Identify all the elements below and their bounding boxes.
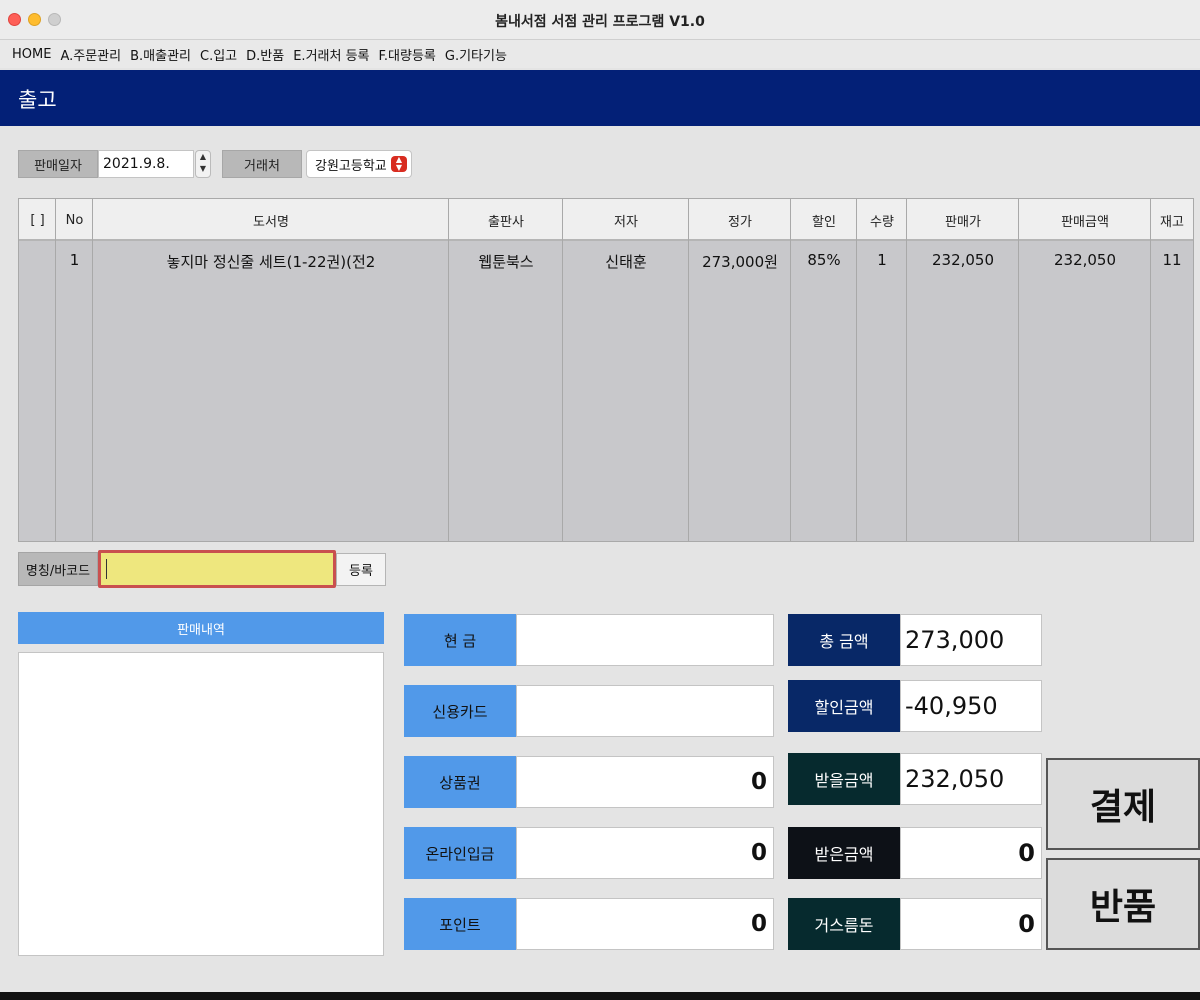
menu-bar: HOME A.주문관리 B.매출관리 C.입고 D.반품 E.거래처 등록 F.… xyxy=(0,40,1200,68)
window-title: 봄내서점 서점 관리 프로그램 V1.0 xyxy=(495,14,705,30)
header-publisher[interactable]: 출판사 xyxy=(449,199,563,241)
return-button[interactable]: 반품 xyxy=(1046,858,1200,950)
sales-history-list[interactable] xyxy=(18,652,384,956)
menu-returns[interactable]: D.반품 xyxy=(246,45,284,64)
window-titlebar: 봄내서점 서점 관리 프로그램 V1.0 xyxy=(0,0,1200,40)
cash-field[interactable] xyxy=(516,614,774,666)
header-discount[interactable]: 할인 xyxy=(791,199,857,241)
row-quantity[interactable]: 1 xyxy=(857,251,907,269)
barcode-label: 명칭/바코드 xyxy=(18,552,98,586)
total-amount-value: 273,000 xyxy=(900,614,1042,666)
credit-card-label: 신용카드 xyxy=(404,685,516,737)
row-stock[interactable]: 11 xyxy=(1151,251,1193,269)
change-value: 0 xyxy=(900,898,1042,950)
amount-received-value[interactable]: 0 xyxy=(900,827,1042,879)
discount-amount-value: -40,950 xyxy=(900,680,1042,732)
row-list-price[interactable]: 273,000원 xyxy=(689,251,791,272)
amount-due-value: 232,050 xyxy=(900,753,1042,805)
header-book-title[interactable]: 도서명 xyxy=(93,199,449,241)
header-quantity[interactable]: 수량 xyxy=(857,199,907,241)
gift-card-field[interactable]: 0 xyxy=(516,756,774,808)
online-deposit-field[interactable]: 0 xyxy=(516,827,774,879)
menu-receiving[interactable]: C.입고 xyxy=(200,45,237,64)
sale-date-label: 판매일자 xyxy=(18,150,98,178)
menu-home[interactable]: HOME xyxy=(12,47,51,62)
header-author[interactable]: 저자 xyxy=(563,199,689,241)
date-stepper[interactable]: ▲ ▼ xyxy=(195,150,211,178)
select-arrows-icon[interactable]: ▲ ▼ xyxy=(391,156,407,172)
menu-bulk-registration[interactable]: F.대량등록 xyxy=(379,45,436,64)
amount-due-label: 받을금액 xyxy=(788,753,900,805)
row-publisher[interactable]: 웹툰북스 xyxy=(449,251,563,272)
total-amount-label: 총 금액 xyxy=(788,614,900,666)
row-book-title[interactable]: 놓지마 정신줄 세트(1-22권)(전2 xyxy=(93,251,449,272)
menu-sales-management[interactable]: B.매출관리 xyxy=(130,45,191,64)
sales-history-header: 판매내역 xyxy=(18,612,384,644)
points-field[interactable]: 0 xyxy=(516,898,774,950)
amount-received-label: 받은금액 xyxy=(788,827,900,879)
header-sale-amount[interactable]: 판매금액 xyxy=(1019,199,1151,241)
client-label: 거래처 xyxy=(222,150,302,178)
register-button[interactable]: 등록 xyxy=(336,553,386,586)
header-list-price[interactable]: 정가 xyxy=(689,199,791,241)
sales-table[interactable]: [ ] No 도서명 출판사 저자 정가 할인 수량 판매가 판매금액 재고 1… xyxy=(18,198,1194,542)
client-select[interactable]: 강원고등학교 ▲ ▼ xyxy=(306,150,412,178)
menu-other-functions[interactable]: G.기타기능 xyxy=(445,45,507,64)
section-header: 출고 xyxy=(0,70,1200,126)
header-sale-price[interactable]: 판매가 xyxy=(907,199,1019,241)
row-sale-price[interactable]: 232,050 xyxy=(907,251,1019,269)
online-deposit-label: 온라인입금 xyxy=(404,827,516,879)
credit-card-field[interactable] xyxy=(516,685,774,737)
header-stock[interactable]: 재고 xyxy=(1151,199,1193,241)
row-sale-amount[interactable]: 232,050 xyxy=(1019,251,1151,269)
row-author[interactable]: 신태훈 xyxy=(563,251,689,272)
client-select-value: 강원고등학교 xyxy=(315,158,387,174)
bottom-edge xyxy=(0,992,1200,1000)
row-discount[interactable]: 85% xyxy=(791,251,857,269)
menu-order-management[interactable]: A.주문관리 xyxy=(60,45,121,64)
barcode-input[interactable] xyxy=(98,550,336,588)
column-divider xyxy=(19,199,56,541)
page-title: 출고 xyxy=(18,88,57,112)
pay-button[interactable]: 결제 xyxy=(1046,758,1200,850)
cash-label: 현 금 xyxy=(404,614,516,666)
points-label: 포인트 xyxy=(404,898,516,950)
chevron-up-icon[interactable]: ▲ xyxy=(196,151,210,163)
header-select-all[interactable]: [ ] xyxy=(19,199,56,241)
chevron-down-icon[interactable]: ▼ xyxy=(196,163,210,175)
menu-client-registration[interactable]: E.거래처 등록 xyxy=(293,45,369,64)
sale-date-field[interactable]: 2021.9.8. xyxy=(98,150,194,178)
row-no[interactable]: 1 xyxy=(56,251,93,269)
discount-amount-label: 할인금액 xyxy=(788,680,900,732)
header-no[interactable]: No xyxy=(56,199,93,241)
gift-card-label: 상품권 xyxy=(404,756,516,808)
change-label: 거스름돈 xyxy=(788,898,900,950)
text-caret xyxy=(106,559,107,579)
